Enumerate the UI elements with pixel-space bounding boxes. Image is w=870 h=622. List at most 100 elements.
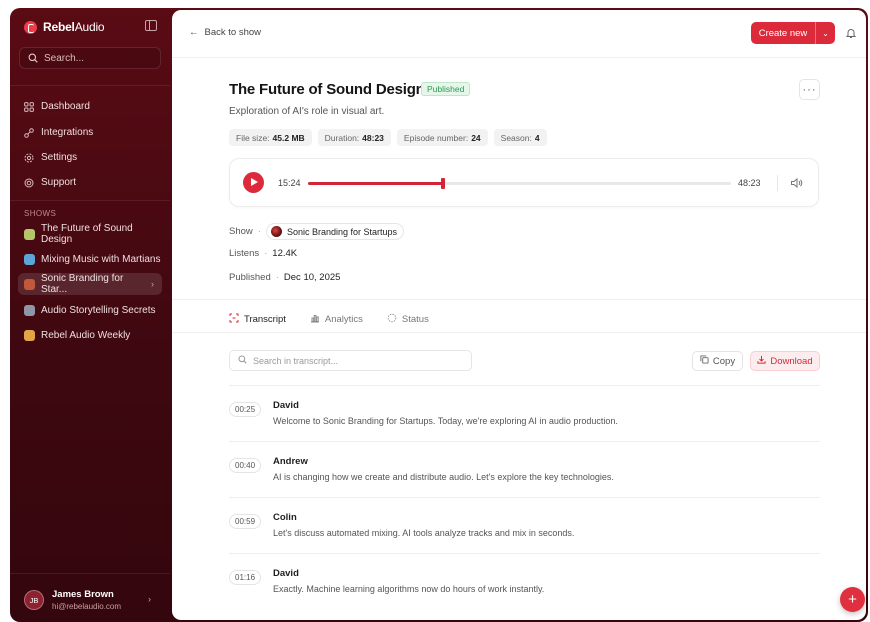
transcript-search-input[interactable] (253, 355, 453, 366)
support-icon (24, 178, 34, 188)
back-label: Back to show (204, 27, 262, 38)
back-to-show-link[interactable]: ← Back to show (189, 27, 261, 38)
topbar: ← Back to show Create new ⌄ (172, 10, 866, 58)
user-profile[interactable]: JB James Brown hi@rebelaudio.com › (10, 573, 170, 622)
utterance-text: Welcome to Sonic Branding for Startups. … (273, 416, 618, 426)
chevron-right-icon: › (148, 594, 151, 604)
user-name: James Brown (52, 589, 114, 600)
volume-icon[interactable] (790, 177, 803, 189)
create-new-button[interactable]: Create new ⌄ (751, 22, 835, 44)
plus-icon: + (848, 591, 857, 608)
transcript-list: 00:25 David Welcome to Sonic Branding fo… (229, 385, 820, 609)
audio-player: 15:24 48:23 (229, 158, 819, 207)
brand-logo[interactable]: RebelAudio (24, 20, 105, 34)
show-thumbnail (24, 253, 35, 265)
transcript-line[interactable]: 00:59 Colin Let's discuss automated mixi… (229, 497, 820, 553)
status-icon (387, 313, 397, 326)
meta-episode-number: Episode number: 24 (396, 129, 488, 146)
speaker-name: Andrew (273, 456, 308, 467)
speaker-name: David (273, 400, 299, 411)
sidebar-show-item-active[interactable]: Sonic Branding for Star... › (18, 273, 162, 295)
tab-analytics[interactable]: Analytics (310, 308, 363, 330)
show-thumbnail (24, 329, 35, 341)
transcript-line[interactable]: 00:40 Andrew AI is changing how we creat… (229, 441, 820, 497)
tab-label: Transcript (244, 313, 286, 325)
collapse-sidebar-icon[interactable] (145, 20, 157, 31)
rebelaudio-logo-icon (24, 20, 37, 34)
copy-icon (700, 355, 709, 367)
chevron-down-icon[interactable]: ⌄ (815, 22, 835, 44)
utterance-text: AI is changing how we create and distrib… (273, 472, 614, 482)
tab-bar: Transcript Analytics Status (229, 308, 429, 333)
analytics-icon (310, 313, 320, 326)
grid-icon (24, 101, 34, 112)
floating-add-button[interactable]: + (840, 587, 865, 612)
timestamp-chip[interactable]: 00:25 (229, 402, 262, 417)
main-panel: ← Back to show Create new ⌄ The Future o… (172, 10, 866, 620)
listens-value: 12.4K (272, 248, 298, 259)
nav-dashboard[interactable]: Dashboard (24, 101, 90, 112)
sidebar-show-item[interactable]: Mixing Music with Martians (18, 248, 162, 270)
download-label: Download (770, 355, 813, 367)
create-new-label: Create new (758, 27, 808, 39)
timestamp-chip[interactable]: 01:16 (229, 570, 262, 585)
copy-button[interactable]: Copy (692, 351, 743, 371)
nav-label: Integrations (41, 127, 94, 138)
show-thumbnail (24, 304, 35, 316)
bell-icon[interactable] (845, 27, 857, 39)
more-options-icon[interactable]: ··· (799, 79, 820, 100)
play-button[interactable] (243, 172, 264, 193)
show-row: Show · Sonic Branding for Startups (229, 223, 404, 240)
sidebar-search[interactable] (19, 47, 161, 69)
nav-label: Support (41, 177, 77, 188)
tab-label: Analytics (324, 313, 363, 325)
divider (777, 175, 778, 191)
user-email: hi@rebelaudio.com (52, 602, 122, 611)
divider (10, 200, 170, 201)
sidebar: RebelAudio Dashboard Integrations Settin… (10, 8, 170, 622)
chevron-right-icon: › (151, 279, 154, 289)
gear-icon (24, 153, 34, 163)
progress-track[interactable] (308, 178, 731, 189)
sidebar-show-item[interactable]: The Future of Sound Design (18, 223, 162, 245)
episode-description: Exploration of AI's role in visual art. (229, 106, 385, 117)
current-time: 15:24 (278, 178, 301, 188)
sidebar-show-item[interactable]: Audio Storytelling Secrets (18, 299, 162, 321)
show-link[interactable]: Sonic Branding for Startups (265, 223, 404, 240)
transcript-search[interactable] (229, 350, 472, 371)
search-icon (238, 354, 247, 367)
meta-duration: Duration: 48:23 (317, 129, 391, 146)
meta-season: Season: 4 (493, 129, 547, 146)
tab-status[interactable]: Status (387, 308, 429, 330)
status-badge: Published (421, 82, 471, 96)
timestamp-chip[interactable]: 00:59 (229, 514, 262, 529)
arrow-left-icon: ← (189, 27, 199, 38)
nav-label: Dashboard (41, 101, 90, 112)
shows-section-label: SHOWS (24, 209, 57, 218)
meta-file-size: File size: 45.2 MB (229, 129, 312, 146)
sidebar-search-input[interactable] (44, 52, 154, 64)
progress-fill (308, 182, 443, 185)
utterance-text: Exactly. Machine learning algorithms now… (273, 584, 545, 594)
tab-transcript[interactable]: Transcript (229, 308, 286, 333)
avatar: JB (24, 590, 44, 610)
divider (10, 85, 170, 86)
download-icon (757, 355, 766, 367)
sidebar-show-item[interactable]: Rebel Audio Weekly (18, 324, 162, 346)
download-button[interactable]: Download (750, 351, 820, 371)
episode-meta: File size: 45.2 MB Duration: 48:23 Episode… (229, 129, 547, 146)
show-label: Audio Storytelling Secrets (41, 304, 156, 316)
transcript-line[interactable]: 00:25 David Welcome to Sonic Branding fo… (229, 385, 820, 441)
show-label: Sonic Branding for Star... (41, 273, 124, 295)
nav-settings[interactable]: Settings (24, 152, 77, 163)
integrations-icon (24, 127, 34, 138)
progress-handle[interactable] (440, 178, 445, 189)
timestamp-chip[interactable]: 00:40 (229, 458, 262, 473)
show-thumbnail (24, 278, 35, 290)
show-name: Sonic Branding for Startups (286, 226, 397, 237)
total-time: 48:23 (738, 178, 761, 188)
nav-integrations[interactable]: Integrations (24, 127, 93, 138)
transcript-line[interactable]: 01:16 David Exactly. Machine learning al… (229, 553, 820, 609)
nav-support[interactable]: Support (24, 177, 76, 188)
show-label: Mixing Music with Martians (41, 253, 161, 265)
